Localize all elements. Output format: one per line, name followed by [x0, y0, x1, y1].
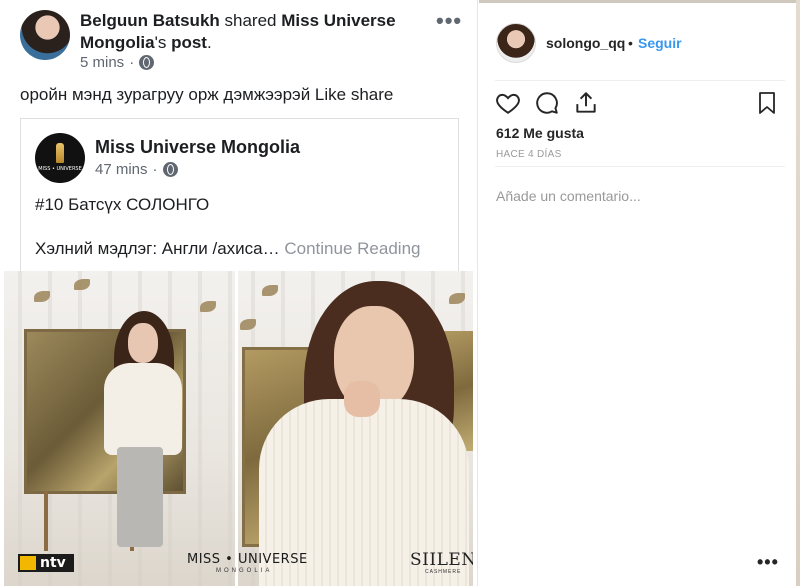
miss-universe-logo-sub: MONGOLIA: [216, 568, 273, 574]
miss-universe-logo: MISS • UNIVERSE: [187, 552, 308, 567]
avatar-logo-text: MISS • UNIVERSE: [38, 166, 82, 172]
sharer-name-link[interactable]: Belguun Batsukh: [80, 11, 220, 30]
post-header: Belguun Batsukh shared Miss Universe Mon…: [80, 10, 420, 54]
photo-divider: [235, 271, 238, 586]
shared-meta-separator: ·: [152, 161, 158, 178]
username-dot: •: [628, 35, 633, 51]
shared-text: shared: [219, 11, 282, 30]
miss-universe-avatar[interactable]: MISS • UNIVERSE: [35, 133, 85, 183]
background-strip-right: [796, 0, 800, 586]
more-options-button[interactable]: •••: [436, 8, 462, 34]
post-photo[interactable]: ntv MISS • UNIVERSE MONGOLIA SIILEN CASH…: [4, 271, 473, 586]
likes-count[interactable]: 612 Me gusta: [496, 125, 584, 141]
post-link[interactable]: post: [171, 33, 207, 52]
shared-post-timestamp[interactable]: 47 mins: [95, 161, 148, 178]
instagram-avatar[interactable]: [496, 23, 536, 63]
model-left-skirt: [117, 447, 163, 547]
model-left-face: [128, 323, 158, 363]
meta-separator: ·: [129, 54, 135, 71]
post-meta: 5 mins ·: [80, 54, 155, 71]
ntv-logo: ntv: [18, 554, 74, 572]
more-options-button[interactable]: •••: [757, 552, 779, 573]
comment-icon[interactable]: [534, 90, 560, 116]
shared-post-line-1: #10 Батсүх СОЛОНГО: [35, 195, 210, 214]
shared-page-name[interactable]: Miss Universe Mongolia: [95, 137, 300, 158]
model-left-sweater: [104, 363, 182, 455]
follow-button[interactable]: Seguir: [638, 35, 682, 51]
shared-post-card[interactable]: MISS • UNIVERSE Miss Universe Mongolia 4…: [20, 118, 459, 278]
possessive-text: 's: [154, 33, 172, 52]
shared-post-excerpt: Хэлний мэдлэг: Англи /ахиса…: [35, 239, 280, 258]
siilen-logo: SIILEN: [410, 550, 473, 570]
bookmark-icon[interactable]: [755, 90, 779, 116]
shared-post-meta: 47 mins ·: [95, 161, 178, 178]
divider: [495, 80, 785, 81]
globe-icon: [139, 55, 155, 70]
background-strip-top: [479, 0, 800, 3]
post-message: оройн мэнд зурагруу орж дэмжээрэй Like s…: [20, 85, 394, 104]
divider: [495, 166, 785, 167]
share-icon[interactable]: [573, 90, 599, 116]
globe-icon: [162, 162, 178, 177]
sharer-avatar[interactable]: [20, 10, 70, 60]
instagram-side-panel: solongo_qq • Seguir 612 Me gusta HACE 4 …: [479, 0, 800, 586]
model-right-hand: [344, 381, 380, 417]
facebook-post: Belguun Batsukh shared Miss Universe Mon…: [0, 0, 478, 586]
instagram-username[interactable]: solongo_qq: [546, 35, 625, 51]
shared-post-line-2: Хэлний мэдлэг: Англи /ахиса… Continue Re…: [35, 239, 420, 259]
action-bar: [495, 90, 785, 120]
continue-reading-link[interactable]: Continue Reading: [284, 239, 420, 258]
post-timestamp[interactable]: 5 mins: [80, 54, 124, 71]
post-age: HACE 4 DÍAS: [496, 149, 562, 160]
siilen-logo-sub: CASHMERE: [425, 569, 462, 575]
heart-icon[interactable]: [495, 90, 521, 116]
comment-input[interactable]: Añade un comentario...: [496, 188, 641, 204]
crown-icon: [56, 143, 64, 163]
period-text: .: [206, 33, 212, 52]
